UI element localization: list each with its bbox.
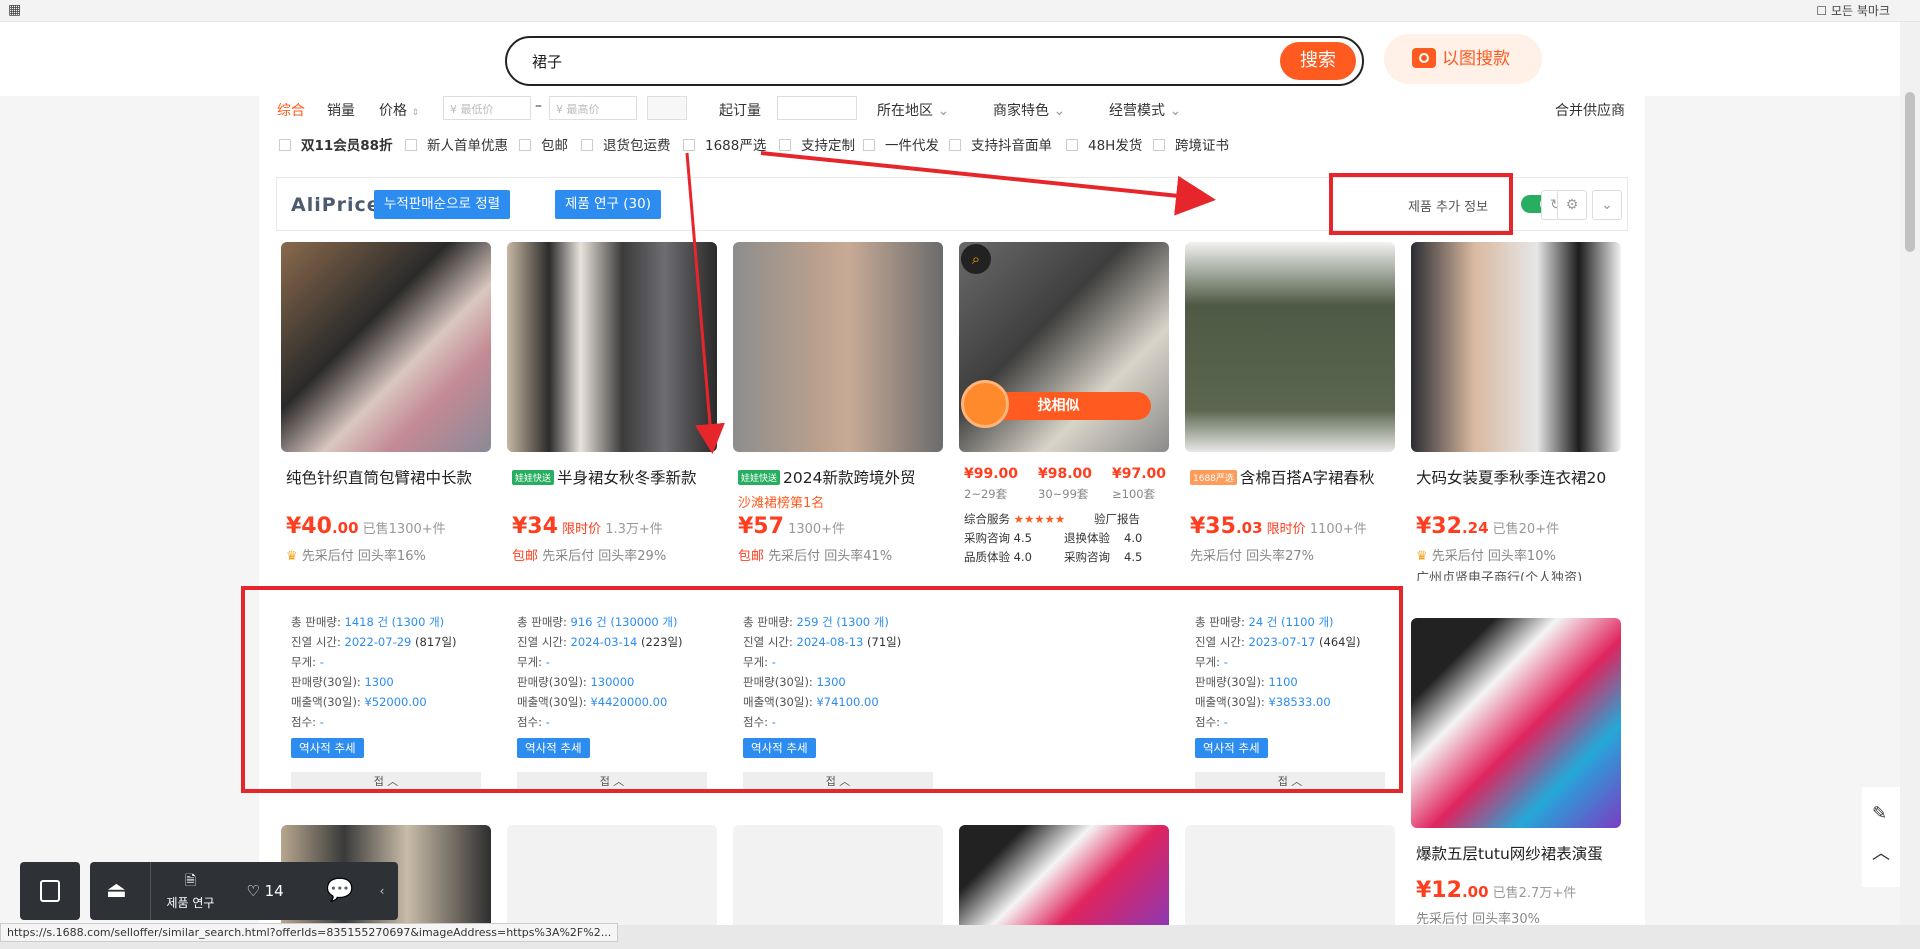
chat-icon[interactable]: 💬 [310, 862, 370, 920]
chevron-left-icon[interactable]: ‹ [372, 862, 392, 920]
eject-icon: ⏏ [106, 878, 127, 903]
annotation-arrows [685, 151, 1216, 454]
status-url: https://s.1688.com/selloffer/similar_sea… [0, 923, 619, 942]
product-research-dock-button[interactable]: 🗎 제품 연구 [150, 862, 230, 920]
back-to-top-icon[interactable]: ︿ [1872, 839, 1890, 865]
aliprice-dock: ⏏ 🗎 제품 연구 ♡ 14 💬 ‹ [90, 862, 398, 920]
side-tools: ✎ ︿ [1862, 787, 1900, 887]
scrollbar[interactable] [1900, 22, 1920, 925]
document-icon: 🗎 [184, 873, 197, 889]
scrollbar-thumb[interactable] [1905, 92, 1915, 252]
bag-icon [40, 880, 60, 902]
shopping-bag-button[interactable] [20, 862, 80, 920]
heart-icon: ♡ [246, 882, 260, 900]
favorites-dock-button[interactable]: ♡ 14 [230, 862, 300, 920]
edit-icon[interactable]: ✎ [1872, 803, 1887, 824]
collapse-dock-button[interactable]: ⏏ [90, 862, 150, 920]
